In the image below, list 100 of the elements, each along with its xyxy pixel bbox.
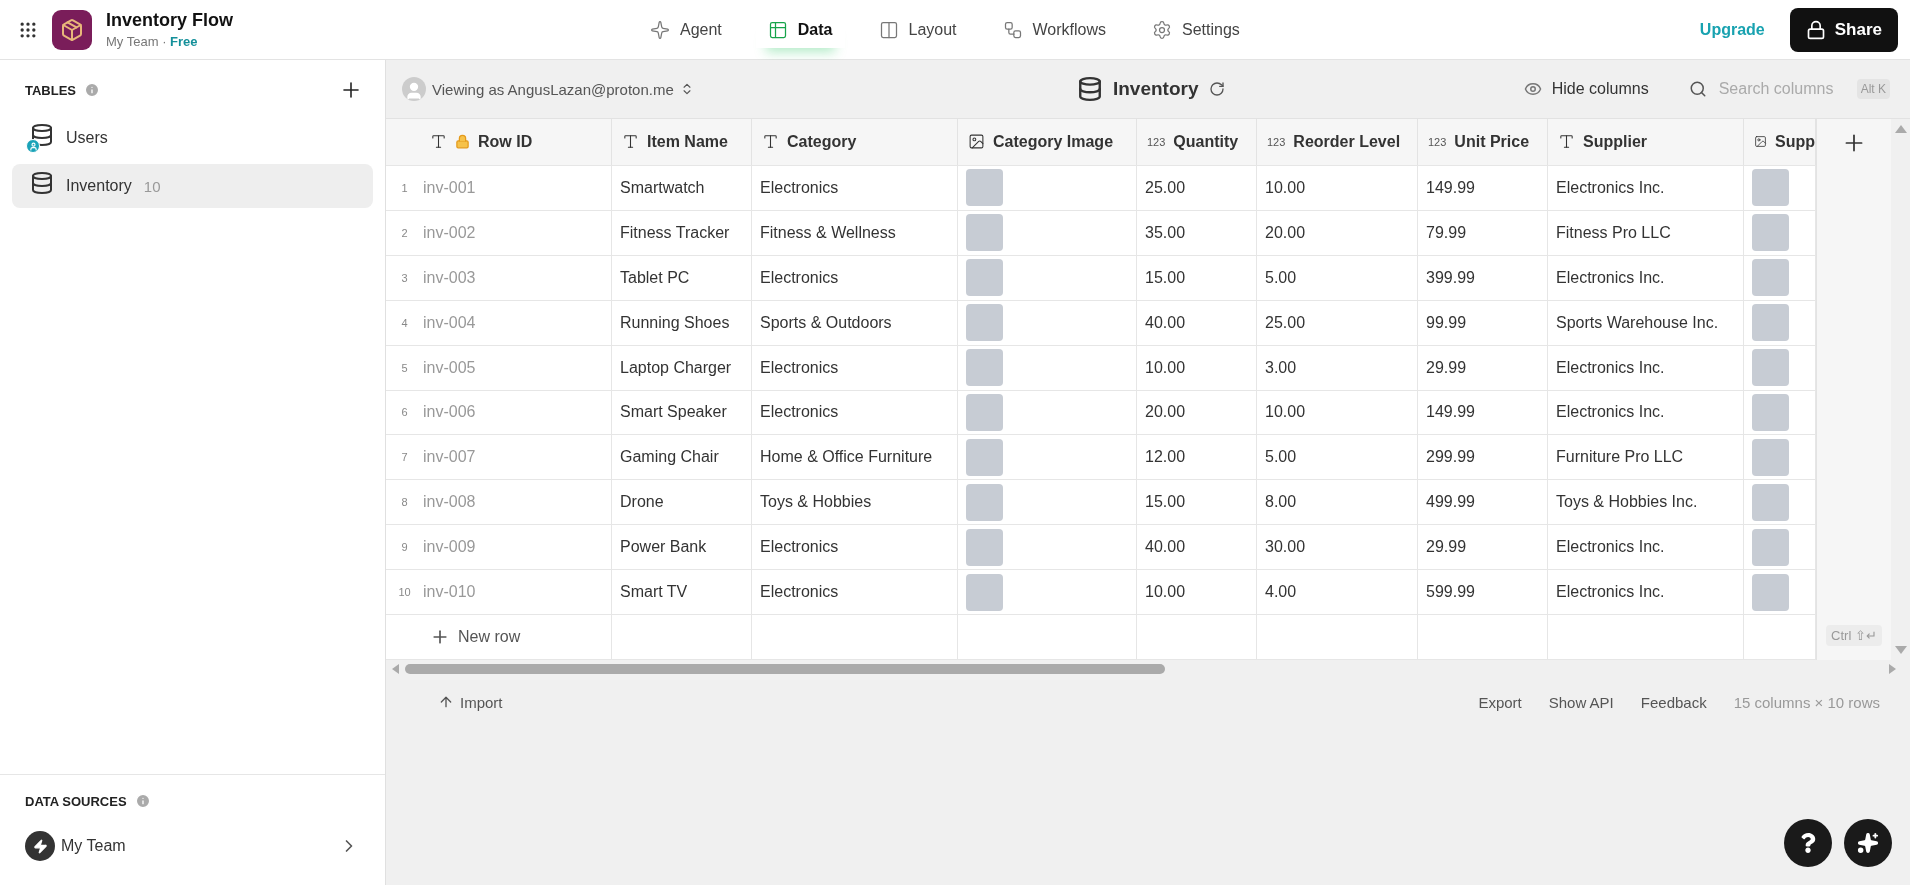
info-icon bbox=[134, 793, 151, 809]
table-cell: Electronics bbox=[752, 570, 958, 615]
workflows-icon bbox=[1002, 19, 1023, 40]
row-number: 7 bbox=[400, 451, 409, 464]
row-number: 2 bbox=[400, 226, 409, 239]
table-cell: Tablet PC bbox=[612, 255, 752, 300]
table-cell: 25.00 bbox=[1257, 300, 1418, 345]
table-cell: Electronics Inc. bbox=[1548, 390, 1744, 435]
settings-icon bbox=[1152, 19, 1173, 40]
search-icon bbox=[1688, 80, 1707, 98]
table-cell: Toys & Hobbies Inc. bbox=[1548, 480, 1744, 525]
column-header[interactable]: 123 Reorder Level bbox=[1257, 119, 1418, 165]
shortcut-hint: Ctrl ⇧↵ bbox=[1826, 625, 1882, 646]
table-icon bbox=[1077, 76, 1103, 102]
table-cell: Sports Warehouse Inc. bbox=[1548, 300, 1744, 345]
table-cell: Running Shoes bbox=[612, 300, 752, 345]
table-cell: inv-009 bbox=[423, 538, 476, 557]
number-type-label: 123 bbox=[1428, 135, 1447, 148]
table-cell: Electronics bbox=[752, 525, 958, 570]
ai-assistant-button[interactable] bbox=[1844, 819, 1892, 867]
row-number: 5 bbox=[400, 361, 409, 374]
row-number: 8 bbox=[400, 496, 409, 509]
data-source-item[interactable]: My Team bbox=[0, 821, 385, 865]
text-type-icon bbox=[622, 133, 639, 151]
text-type-icon bbox=[430, 133, 447, 151]
nav-tab[interactable]: Data bbox=[755, 11, 845, 48]
footer-link[interactable]: Export bbox=[1478, 693, 1522, 711]
table-cell: 10.00 bbox=[1137, 345, 1257, 390]
table-cell: 4.00 bbox=[1257, 570, 1418, 615]
agent-icon bbox=[650, 19, 670, 40]
sparkle-icon bbox=[1857, 832, 1879, 854]
table-cell: Electronics bbox=[752, 390, 958, 435]
table-cell: Electronics bbox=[752, 165, 958, 210]
column-header[interactable]: Category Image bbox=[958, 119, 1137, 165]
nav-tab[interactable]: Layout bbox=[866, 11, 969, 48]
column-header[interactable]: Supp bbox=[1744, 119, 1816, 165]
lock-icon bbox=[1805, 19, 1826, 40]
table-cell: Furniture Pro LLC bbox=[1548, 435, 1744, 480]
eye-icon bbox=[1523, 80, 1542, 98]
column-header[interactable]: 123 Quantity bbox=[1137, 119, 1257, 165]
table-cell: 149.99 bbox=[1418, 165, 1548, 210]
table-cell: 25.00 bbox=[1137, 165, 1257, 210]
refresh-icon[interactable] bbox=[1208, 81, 1225, 97]
table-cell: 10.00 bbox=[1257, 390, 1418, 435]
table-cell: Gaming Chair bbox=[612, 435, 752, 480]
table-cell: Drone bbox=[612, 480, 752, 525]
table-cell: 149.99 bbox=[1418, 390, 1548, 435]
column-header[interactable]: Row ID bbox=[386, 119, 612, 165]
table-cell: Fitness Tracker bbox=[612, 210, 752, 255]
nav-tab[interactable]: Workflows bbox=[990, 11, 1119, 48]
share-button[interactable]: Share bbox=[1789, 7, 1898, 52]
table-cell: 40.00 bbox=[1137, 525, 1257, 570]
table-cell: Fitness Pro LLC bbox=[1548, 210, 1744, 255]
nav-tab[interactable]: Settings bbox=[1140, 11, 1252, 48]
table-list-item[interactable]: Users bbox=[12, 116, 373, 160]
table-cell: Laptop Charger bbox=[612, 345, 752, 390]
team-plan-text: My Team · Free bbox=[106, 34, 199, 49]
table-cell: 10.00 bbox=[1257, 165, 1418, 210]
table-cell: 15.00 bbox=[1137, 255, 1257, 300]
import-button[interactable]: Import bbox=[438, 693, 503, 711]
table-cell: Smart Speaker bbox=[612, 390, 752, 435]
number-type-label: 123 bbox=[1147, 135, 1166, 148]
table-cell: 10.00 bbox=[1137, 570, 1257, 615]
text-type-icon bbox=[762, 133, 779, 151]
table-cell: 5.00 bbox=[1257, 435, 1418, 480]
table-cell: 3.00 bbox=[1257, 345, 1418, 390]
footer-link[interactable]: Feedback bbox=[1640, 693, 1707, 711]
table-cell: 99.99 bbox=[1418, 300, 1548, 345]
table-cell: 20.00 bbox=[1257, 210, 1418, 255]
table-cell: Electronics bbox=[752, 255, 958, 300]
table-icon bbox=[26, 123, 54, 153]
table-cell: 8.00 bbox=[1257, 480, 1418, 525]
table-cell: inv-006 bbox=[423, 403, 476, 422]
table-cell: Smartwatch bbox=[612, 165, 752, 210]
image-type-icon bbox=[968, 133, 985, 151]
table-list-item[interactable]: Inventory 10 bbox=[12, 164, 373, 208]
column-header[interactable]: Item Name bbox=[612, 119, 752, 165]
data-source-name: My Team bbox=[61, 837, 126, 855]
table-cell: 599.99 bbox=[1418, 570, 1548, 615]
hide-columns-button[interactable]: Hide columns bbox=[1517, 79, 1655, 99]
column-header[interactable]: 123 Unit Price bbox=[1418, 119, 1548, 165]
new-row-button[interactable]: New row bbox=[386, 627, 521, 648]
column-header[interactable]: Supplier bbox=[1548, 119, 1744, 165]
table-cell: 15.00 bbox=[1137, 480, 1257, 525]
info-icon bbox=[84, 82, 101, 98]
table-name: Users bbox=[66, 129, 108, 147]
column-header[interactable]: Category bbox=[752, 119, 958, 165]
nav-tab[interactable]: Agent bbox=[638, 11, 734, 48]
footer-link[interactable]: Show API bbox=[1548, 693, 1614, 711]
app-logo bbox=[52, 9, 92, 50]
number-type-label: 123 bbox=[1267, 135, 1286, 148]
help-button[interactable] bbox=[1784, 819, 1832, 867]
viewing-as-selector[interactable]: Viewing as AngusLazan@proton.me bbox=[402, 77, 694, 101]
table-cell: Home & Office Furniture bbox=[752, 435, 958, 480]
row-number: 10 bbox=[397, 586, 412, 599]
table-cell: Electronics Inc. bbox=[1548, 525, 1744, 570]
table-summary: 15 columns × 10 rows bbox=[1733, 693, 1880, 711]
table-cell: 299.99 bbox=[1418, 435, 1548, 480]
table-cell: 499.99 bbox=[1418, 480, 1548, 525]
table-cell: 29.99 bbox=[1418, 525, 1548, 570]
